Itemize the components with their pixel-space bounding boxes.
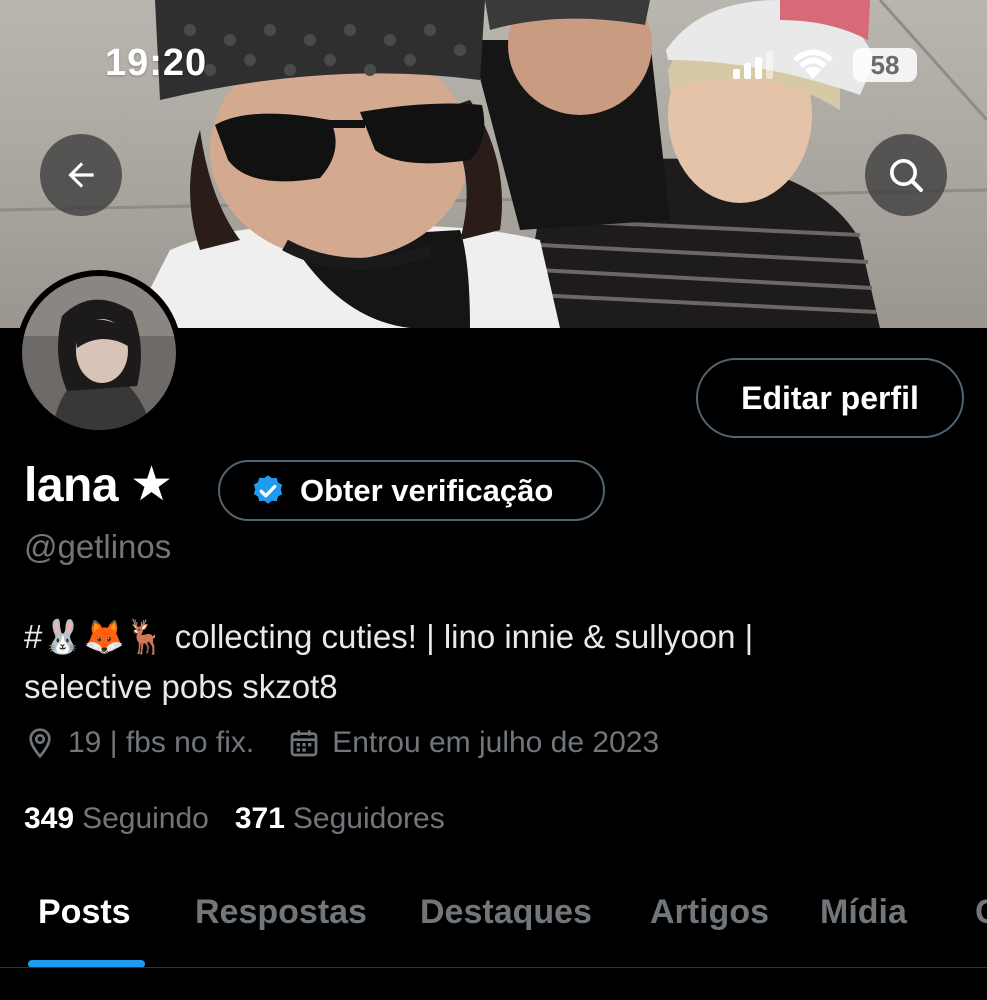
profile-handle: @getlinos [24, 528, 172, 565]
get-verified-button[interactable]: Obter verificação [218, 460, 605, 521]
following-stat[interactable]: 349 Seguindo [24, 802, 209, 836]
joined-text: Entrou em julho de 2023 [332, 726, 660, 759]
joined-item: Entrou em julho de 2023 [288, 726, 659, 760]
bio-line-1: #🐰🦊🦌 collecting cuties! | lino innie & s… [24, 618, 754, 655]
follow-stats: 349 Seguindo 371 Seguidores [24, 802, 445, 836]
name-row: lana ★ [24, 458, 173, 513]
location-text: 19 | fbs no fix. [68, 726, 255, 759]
following-label: Seguindo [82, 802, 209, 835]
profile-tabs: Posts Respostas Destaques Artigos Mídia … [0, 888, 987, 968]
profile-meta: 19 | fbs no fix. Entrou em julho de 2023 [24, 726, 659, 760]
tab-media[interactable]: Mídia [820, 888, 907, 968]
followers-stat[interactable]: 371 Seguidores [235, 802, 445, 836]
calendar-icon [290, 730, 318, 757]
edit-profile-button[interactable]: Editar perfil [696, 358, 964, 438]
location-item: 19 | fbs no fix. [24, 726, 254, 760]
tab-partial[interactable]: C [975, 888, 987, 968]
profile-banner[interactable]: 19:20 58 [0, 0, 987, 328]
avatar-photo [22, 276, 176, 430]
verified-badge-icon [250, 473, 286, 509]
status-time: 19:20 [105, 42, 208, 84]
tabs-divider [0, 967, 987, 968]
following-count: 349 [24, 802, 75, 835]
bio-line-2: selective pobs skzot8 [24, 668, 338, 705]
search-icon [890, 159, 923, 192]
tab-replies[interactable]: Respostas [195, 888, 367, 968]
profile-avatar[interactable] [16, 270, 182, 436]
arrow-left-icon [68, 162, 94, 188]
back-button[interactable] [40, 134, 122, 216]
get-verified-label: Obter verificação [300, 472, 554, 508]
profile-page: 19:20 58 Editar perfil lana ★ Obter veri… [0, 0, 987, 1000]
tab-posts[interactable]: Posts [38, 888, 131, 968]
name-star-symbol: ★ [130, 457, 174, 511]
location-pin-icon [29, 728, 51, 759]
profile-bio: #🐰🦊🦌 collecting cuties! | lino innie & s… [24, 612, 924, 712]
followers-count: 371 [234, 802, 285, 835]
search-button[interactable] [865, 134, 947, 216]
cellular-signal-icon [733, 51, 773, 79]
display-name: lana [24, 459, 119, 512]
tab-highlights[interactable]: Destaques [420, 888, 592, 968]
battery-indicator: 58 [853, 48, 917, 82]
wifi-icon [793, 49, 833, 79]
followers-label: Seguidores [292, 802, 445, 835]
tab-articles[interactable]: Artigos [650, 888, 769, 968]
status-icons: 58 [733, 48, 917, 82]
